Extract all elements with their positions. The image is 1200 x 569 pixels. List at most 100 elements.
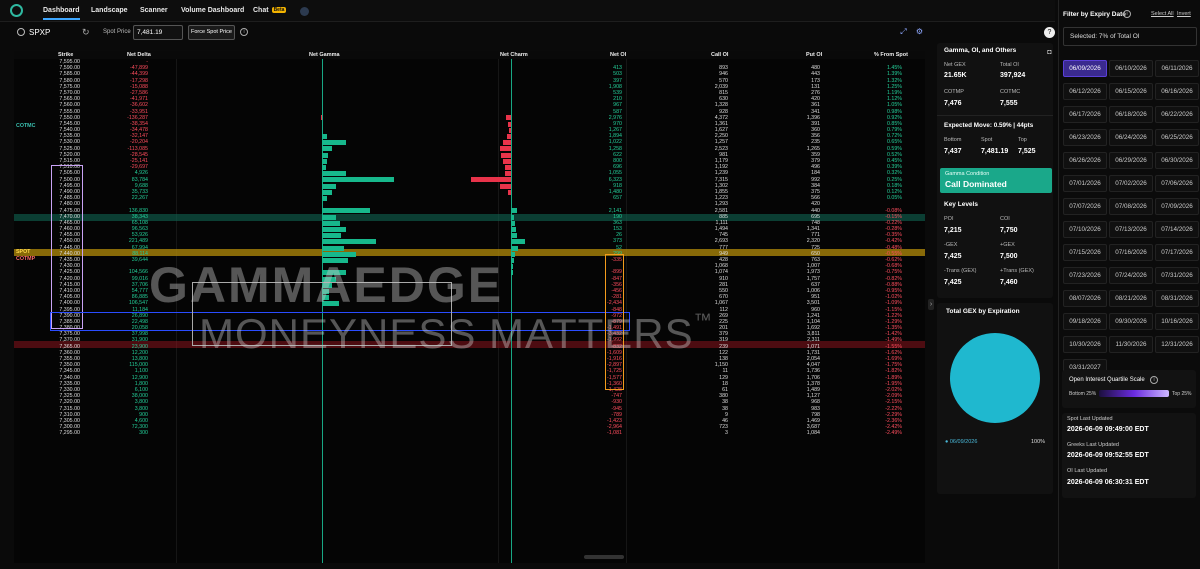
gex-expiration-panel: Total GEX by Expiration ● 06/09/2026 100… [937,303,1053,494]
net-gex-label: Net GEX [944,62,966,68]
collapse-panel-icon[interactable]: › [928,299,934,310]
info-icon[interactable]: i [240,28,248,36]
quartile-title: Open Interest Quartile Scale [1069,377,1145,383]
expiry-date-chip[interactable]: 06/16/2026 [1155,83,1199,100]
spot-updated-label: Spot Last Updated [1067,416,1113,422]
expiry-date-chip[interactable]: 06/26/2026 [1063,152,1107,169]
tab-landscape[interactable]: Landscape [91,7,128,14]
options-grid: Strike Net Delta Net Gamma Net Charm Net… [14,51,925,563]
cotmc-summary-label: COTMC [1000,89,1021,95]
col-net-oi[interactable]: Net OI [610,52,626,58]
symbol-search[interactable]: SPXP [14,25,74,41]
col-call-oi[interactable]: Call OI [711,52,728,58]
toolbar: SPXP ↻ Spot Price 7,481.19 Force Spot Pr… [0,22,932,44]
tab-scanner[interactable]: Scanner [140,7,168,14]
oi-updated-label: OI Last Updated [1067,468,1108,474]
gamma-condition-value: Call Dominated [945,179,1007,189]
expiry-date-chip[interactable]: 08/07/2026 [1063,290,1107,307]
invert-link[interactable]: Invert [1177,11,1191,17]
cotmc-summary-value: 7,555 [1000,100,1018,107]
filter-title: Filter by Expiry Date [1063,11,1126,18]
expiry-date-chip[interactable]: 07/08/2026 [1109,198,1153,215]
expected-move-title: Expected Move: 0.59% | 44pts [944,122,1034,129]
expiry-date-chip[interactable]: 06/11/2026 [1155,60,1199,77]
expiry-date-chip[interactable]: 06/15/2026 [1109,83,1153,100]
expand-icon[interactable]: ⤢ [898,27,909,38]
tab-dashboard[interactable]: Dashboard [43,7,80,20]
force-spot-price-button[interactable]: Force Spot Price [188,25,235,40]
col-net-charm[interactable]: Net Charm [500,52,528,58]
expiry-date-chip[interactable]: 06/17/2026 [1063,106,1107,123]
expiry-date-chip[interactable]: 07/06/2026 [1155,175,1199,192]
expiry-date-chip[interactable]: 06/29/2026 [1109,152,1153,169]
expiry-date-chip[interactable]: 07/31/2026 [1155,267,1199,284]
key-levels-title: Key Levels [944,201,978,208]
cotmp-summary-value: 7,476 [944,100,962,107]
divider [937,115,1053,116]
pos-trans-value: 7,460 [1000,279,1018,286]
expiry-date-chip[interactable]: 06/22/2026 [1155,106,1199,123]
col-net-gamma[interactable]: Net Gamma [309,52,340,58]
symbol-value: SPXP [29,28,51,37]
refresh-icon[interactable]: ↻ [82,27,90,38]
expiry-date-chip[interactable]: 10/16/2026 [1155,313,1199,330]
top-nav: Dashboard Landscape Scanner Volume Dashb… [0,0,1055,22]
expiry-date-chip[interactable]: 07/14/2026 [1155,221,1199,238]
expiry-date-chip[interactable]: 06/23/2026 [1063,129,1107,146]
cotmp-label: COTMP [16,256,36,262]
discord-icon[interactable] [300,7,309,16]
col-strike[interactable]: Strike [58,52,73,58]
camera-icon[interactable]: ◘ [1044,47,1055,58]
expiry-date-chip[interactable]: 09/30/2026 [1109,313,1153,330]
expiry-date-chip[interactable]: 07/16/2026 [1109,244,1153,261]
quartile-info-icon[interactable]: i [1150,376,1158,384]
neg-gex-value: 7,425 [944,253,962,260]
select-all-link[interactable]: Select All [1151,11,1174,17]
expiry-date-chip[interactable]: 07/15/2026 [1063,244,1107,261]
bottom-25-label: Bottom 25% [1069,391,1097,397]
search-icon [17,28,25,36]
horizontal-scrollbar[interactable] [584,555,624,559]
expiry-date-chip[interactable]: 11/30/2026 [1109,336,1153,353]
expiry-date-chip[interactable]: 07/24/2026 [1109,267,1153,284]
tab-chat[interactable]: Chat Beta [253,7,287,14]
expiry-date-chip[interactable]: 06/30/2026 [1155,152,1199,169]
tab-volume-dashboard[interactable]: Volume Dashboard [181,7,244,14]
spot-price-label: Spot Price [103,29,131,35]
col-put-oi[interactable]: Put OI [806,52,822,58]
col-net-delta[interactable]: Net Delta [127,52,151,58]
help-icon[interactable]: ? [1044,27,1055,38]
expiry-date-chip[interactable]: 06/12/2026 [1063,83,1107,100]
expiry-date-chip[interactable]: 07/10/2026 [1063,221,1107,238]
gex-pie-slice[interactable] [950,333,1040,423]
expiry-date-chip[interactable]: 08/21/2026 [1109,290,1153,307]
expiry-date-chip[interactable]: 08/31/2026 [1155,290,1199,307]
pie-legend-label: 06/09/2026 [949,439,978,445]
expiry-date-chip[interactable]: 07/02/2026 [1109,175,1153,192]
gamma-region-box [192,282,452,346]
expiry-date-chip[interactable]: 09/18/2026 [1063,313,1107,330]
spot-summary-value: 7,481.19 [981,148,1009,155]
expiry-date-chip[interactable]: 10/30/2026 [1063,336,1107,353]
spot-price-input[interactable]: 7,481.19 [133,25,183,40]
selected-summary: Selected: 7% of Total OI [1063,27,1197,46]
settings-icon[interactable]: ⚙ [914,27,925,38]
col-pct-from-spot[interactable]: % From Spot [874,52,908,58]
expiry-date-chip[interactable]: 07/09/2026 [1155,198,1199,215]
expiry-date-chip[interactable]: 07/13/2026 [1109,221,1153,238]
expiry-date-chip[interactable]: 06/24/2026 [1109,129,1153,146]
expiry-date-chip[interactable]: 07/23/2026 [1063,267,1107,284]
expiry-date-chip[interactable]: 07/07/2026 [1063,198,1107,215]
expiry-date-chip[interactable]: 12/31/2026 [1155,336,1199,353]
table-row[interactable]: 7,295.00 300 -1,081 3 1,084 -2.49% [14,430,925,436]
expiry-date-chip[interactable]: 06/18/2026 [1109,106,1153,123]
filter-info-icon[interactable]: i [1123,10,1131,18]
expiry-date-chip[interactable]: 07/17/2026 [1155,244,1199,261]
poi-label: POI [944,216,954,222]
total-oi-label: Total OI [1000,62,1019,68]
expiry-date-chip[interactable]: 06/09/2026 [1063,60,1107,77]
logo-icon[interactable] [10,4,23,17]
expiry-date-chip[interactable]: 06/25/2026 [1155,129,1199,146]
expiry-date-chip[interactable]: 06/10/2026 [1109,60,1153,77]
expiry-date-chip[interactable]: 07/01/2026 [1063,175,1107,192]
